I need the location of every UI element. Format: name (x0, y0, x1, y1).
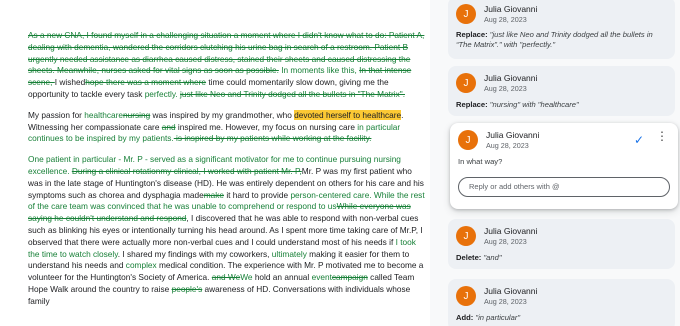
check-icon[interactable]: ✓ (634, 133, 644, 147)
suggestion-text: Delete: "and" (456, 253, 502, 262)
comments-sidebar: J Julia Giovanni Aug 28, 2023 Replace: "… (430, 0, 680, 326)
suggested-insertion: perfectly. (144, 88, 181, 99)
suggested-deletion: is inspired by my patients while working… (173, 133, 372, 144)
suggested-deletion: and We (211, 272, 241, 283)
text-run: inspired me. However, my focus on nursin… (175, 121, 358, 132)
avatar: J (456, 226, 476, 246)
avatar: J (456, 73, 476, 93)
comment-author: Julia Giovanni (486, 130, 540, 140)
suggested-insertion: complex (125, 260, 157, 271)
suggestion-card-3[interactable]: J Julia Giovanni Aug 28, 2023 Delete: "a… (448, 219, 675, 269)
comment-text: In what way? (458, 157, 503, 166)
comment-card-active[interactable]: J Julia Giovanni Aug 28, 2023 ✓ ⋮ In wha… (450, 123, 678, 209)
comment-date: Aug 28, 2023 (484, 237, 527, 246)
suggested-deletion: just like Neo and Trinity dodged all the… (180, 88, 405, 99)
text-run: it hard to provide (224, 189, 291, 200)
suggested-deletion: campaign (331, 272, 368, 283)
suggestion-text: Replace: "just like Neo and Trinity dodg… (456, 30, 653, 49)
text-run: I wished (54, 77, 86, 88)
paragraph-3[interactable]: One patient in particular - Mr. P - serv… (28, 154, 428, 307)
document-canvas[interactable]: As a new CNA, I found myself in a challe… (0, 0, 430, 326)
suggested-insertion: In moments like this, (278, 65, 360, 76)
suggestion-card-2[interactable]: J Julia Giovanni Aug 28, 2023 Replace: "… (448, 66, 675, 116)
avatar: J (458, 130, 478, 150)
suggested-deletion: make (203, 189, 225, 200)
avatar: J (456, 286, 476, 306)
suggested-insertion: ultimately (271, 248, 307, 259)
suggested-deletion: During a clinical rotationmy clinical, I… (71, 165, 302, 176)
suggestion-card-4[interactable]: J Julia Giovanni Aug 28, 2023 Add: "in p… (448, 279, 675, 326)
suggested-insertion: healthcare (84, 109, 124, 120)
text-run: . I shared my findings with my coworkers… (117, 248, 272, 259)
comment-date: Aug 28, 2023 (484, 84, 527, 93)
reply-input[interactable]: Reply or add others with @ (458, 177, 670, 197)
suggested-deletion: and (161, 121, 176, 132)
text-run: My passion for (28, 109, 85, 120)
suggestion-text: Add: "in particular" (456, 313, 521, 322)
suggestion-text: Replace: "nursing" with "healthcare" (456, 100, 579, 109)
text-run: was inspired by my grandmother, who (150, 109, 295, 120)
comment-date: Aug 28, 2023 (484, 15, 527, 24)
avatar: J (456, 4, 476, 24)
suggested-insertion: event (311, 272, 332, 283)
suggested-deletion: nursing (123, 109, 151, 120)
comment-date: Aug 28, 2023 (486, 141, 529, 150)
highlighted-text: devoted herself to healthcare (294, 109, 402, 120)
text-run: hold an annual (252, 272, 312, 283)
suggested-deletion: people's (171, 283, 203, 294)
suggestion-card-1[interactable]: J Julia Giovanni Aug 28, 2023 Replace: "… (448, 0, 675, 59)
comment-author: Julia Giovanni (484, 4, 538, 14)
suggested-deletion: hope there was a moment where (85, 77, 207, 88)
comment-author: Julia Giovanni (484, 73, 538, 83)
comment-date: Aug 28, 2023 (484, 297, 527, 306)
comment-author: Julia Giovanni (484, 286, 538, 296)
suggested-insertion: We (240, 272, 253, 283)
more-vert-icon[interactable]: ⋮ (656, 130, 668, 142)
paragraph-1[interactable]: As a new CNA, I found myself in a challe… (28, 30, 428, 101)
paragraph-2[interactable]: My passion for healthcarenursing was ins… (28, 109, 428, 145)
comment-author: Julia Giovanni (484, 226, 538, 236)
